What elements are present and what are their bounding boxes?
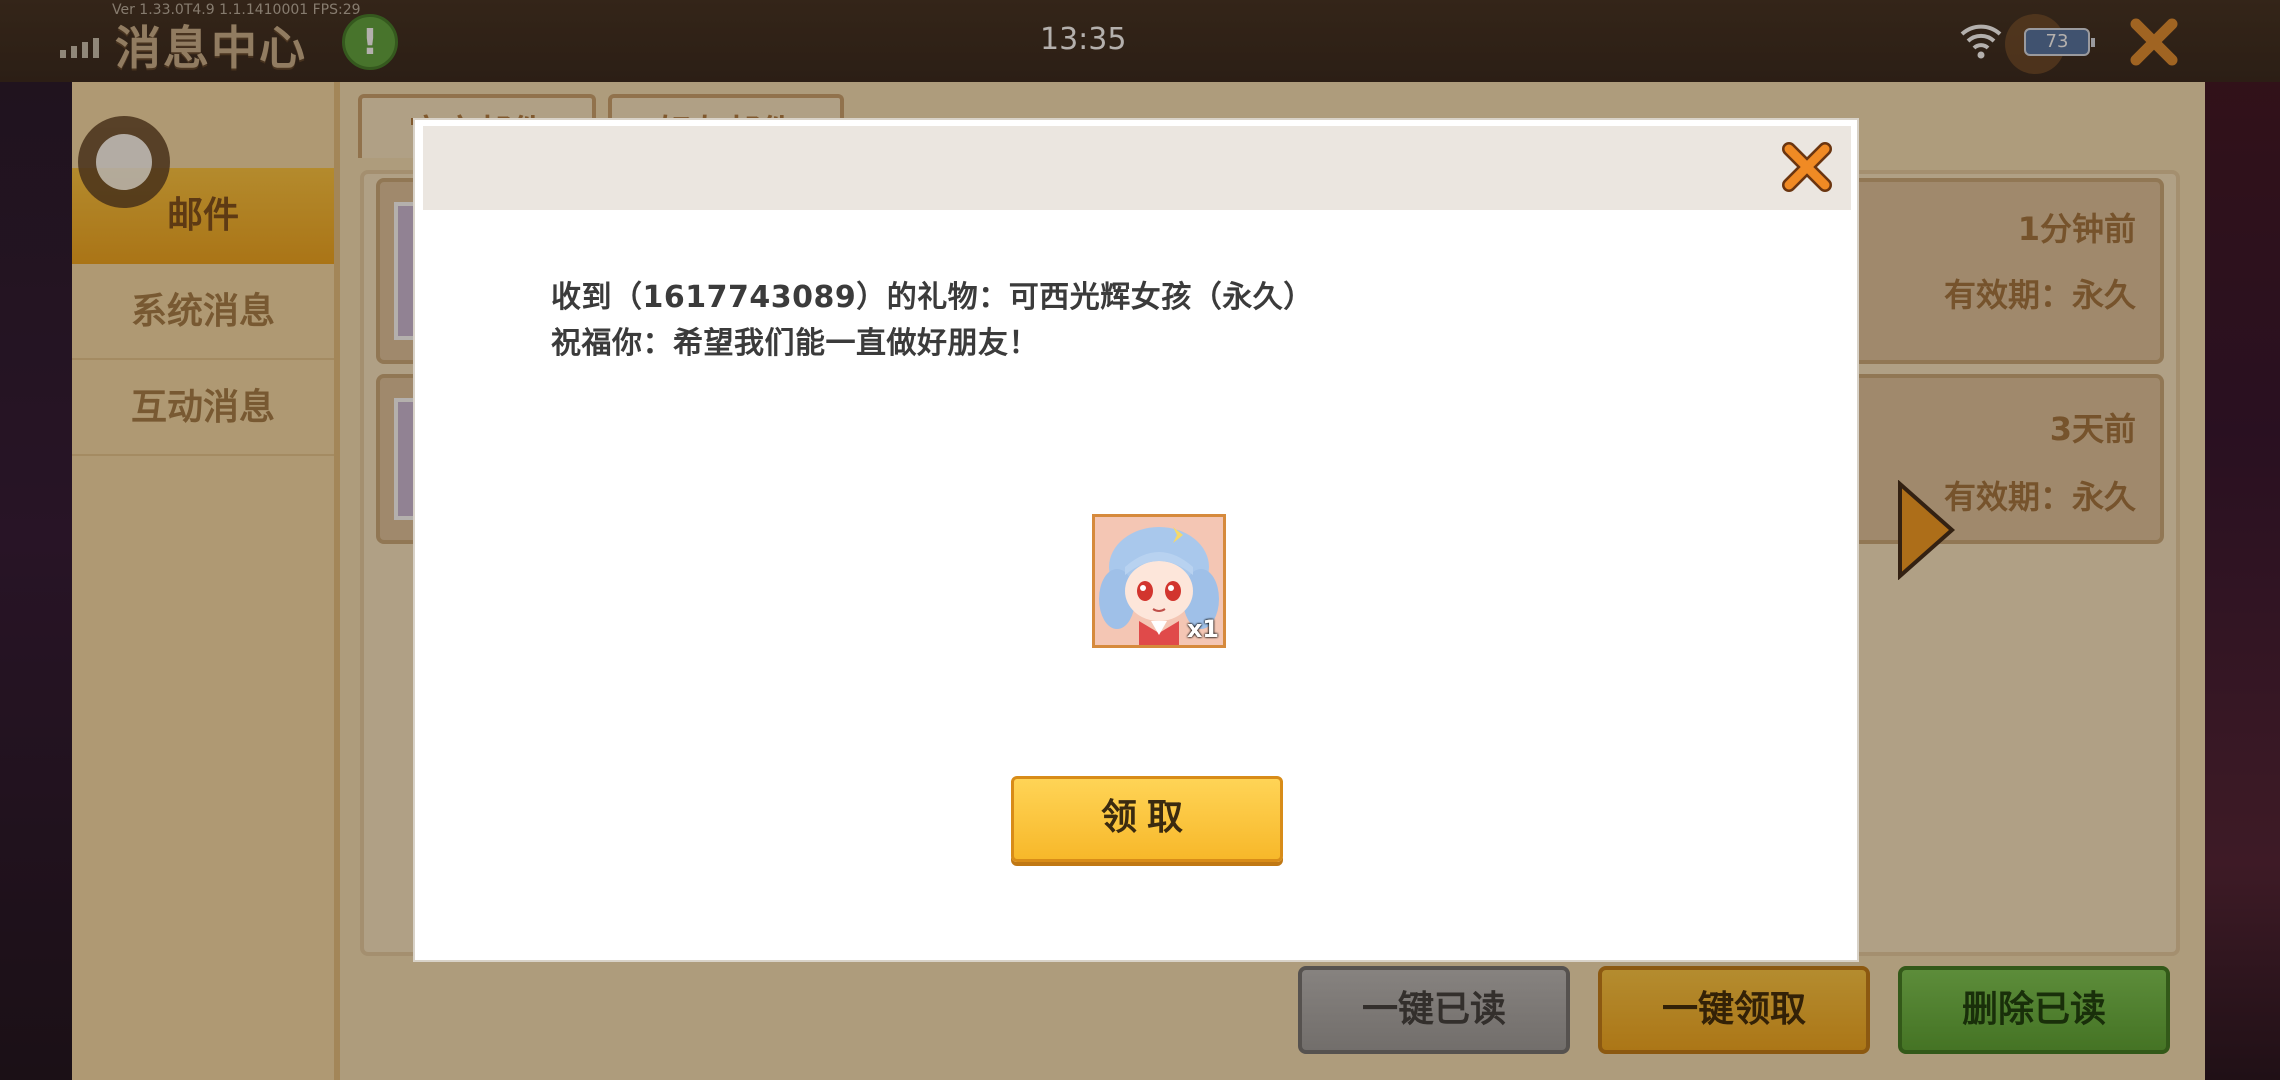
- dialog-header: [423, 126, 1851, 210]
- gift-item-icon[interactable]: x1: [1092, 514, 1226, 648]
- dialog-close-icon[interactable]: [1780, 140, 1834, 194]
- gift-message-line: 收到（1617743089）的礼物：可西光辉女孩（永久）: [551, 280, 1314, 315]
- gift-quantity: x1: [1186, 615, 1219, 643]
- gift-blessing-line: 祝福你：希望我们能一直做好朋友！: [551, 326, 1039, 361]
- claim-button[interactable]: 领取: [1011, 776, 1283, 862]
